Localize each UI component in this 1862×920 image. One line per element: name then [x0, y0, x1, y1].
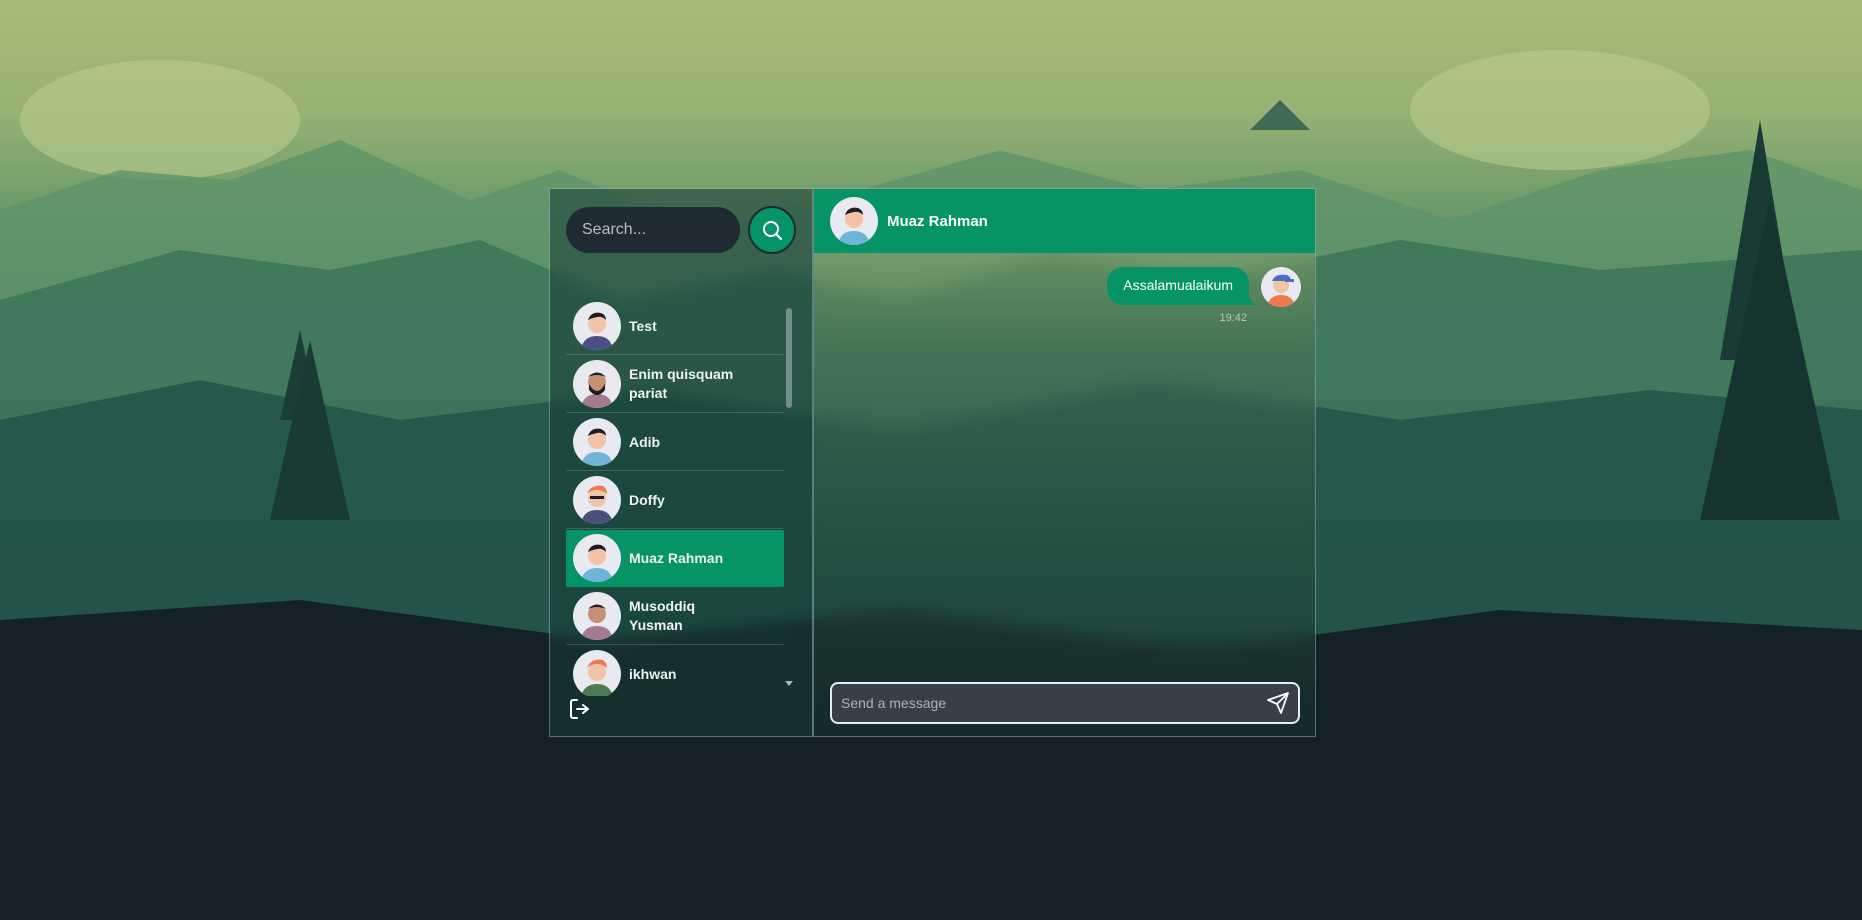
avatar — [573, 476, 621, 524]
message-composer — [830, 682, 1300, 724]
avatar — [573, 418, 621, 466]
contact-item-muaz-rahman[interactable]: Muaz Rahman — [566, 530, 784, 587]
chat-header: Muaz Rahman — [814, 189, 1315, 253]
search-button[interactable] — [748, 206, 796, 254]
contact-item-doffy[interactable]: Doffy — [566, 472, 784, 529]
search-row — [566, 206, 796, 254]
avatar — [573, 360, 621, 408]
message-input[interactable] — [832, 683, 1258, 723]
scroll-thumb[interactable] — [786, 308, 792, 408]
contact-item-enim-quisquam-pariat[interactable]: Enim quisquam pariat — [566, 356, 784, 413]
avatar — [573, 650, 621, 696]
message-row: Assalamualaikum — [1107, 267, 1301, 307]
avatar — [1261, 267, 1301, 307]
chevron-down-icon[interactable] — [784, 680, 794, 688]
chat-title: Muaz Rahman — [887, 212, 988, 230]
avatar — [573, 534, 621, 582]
contact-item-adib[interactable]: Adib — [566, 414, 784, 471]
contact-name: Musoddiq Yusman — [629, 598, 696, 633]
send-icon — [1267, 692, 1289, 714]
send-button[interactable] — [1258, 684, 1298, 722]
contact-name: Adib — [629, 433, 661, 450]
contact-name: Doffy — [629, 491, 665, 508]
contact-list: Test Enim quisquam pariat Adib Doffy Mua… — [566, 298, 784, 696]
avatar — [573, 302, 621, 350]
message-bubble: Assalamualaikum — [1107, 267, 1256, 305]
logout-icon — [570, 699, 589, 719]
contact-item-test[interactable]: Test — [566, 298, 784, 355]
chat-app-window: Test Enim quisquam pariat Adib Doffy — [549, 188, 1316, 737]
contact-item-musoddiq-yusman[interactable]: Musoddiq Yusman — [566, 588, 784, 645]
message-time: 19:42 — [1219, 312, 1247, 324]
contact-name: Enim quisquam pariat — [629, 366, 734, 401]
avatar — [830, 197, 878, 245]
chat-panel: Muaz Rahman Assalamualaikum 19:42 — [814, 189, 1315, 736]
logout-button[interactable] — [568, 697, 592, 726]
search-input[interactable] — [566, 207, 740, 253]
contact-name: ikhwan — [629, 665, 677, 682]
contact-item-ikhwan[interactable]: ikhwan — [566, 646, 784, 696]
avatar — [573, 592, 621, 640]
search-icon — [763, 221, 782, 240]
contact-list-scrollbar[interactable] — [784, 298, 794, 696]
message-text: Assalamualaikum — [1123, 277, 1233, 293]
sidebar: Test Enim quisquam pariat Adib Doffy — [550, 189, 814, 736]
contact-name: Muaz Rahman — [629, 549, 724, 566]
contact-name: Test — [629, 317, 657, 334]
